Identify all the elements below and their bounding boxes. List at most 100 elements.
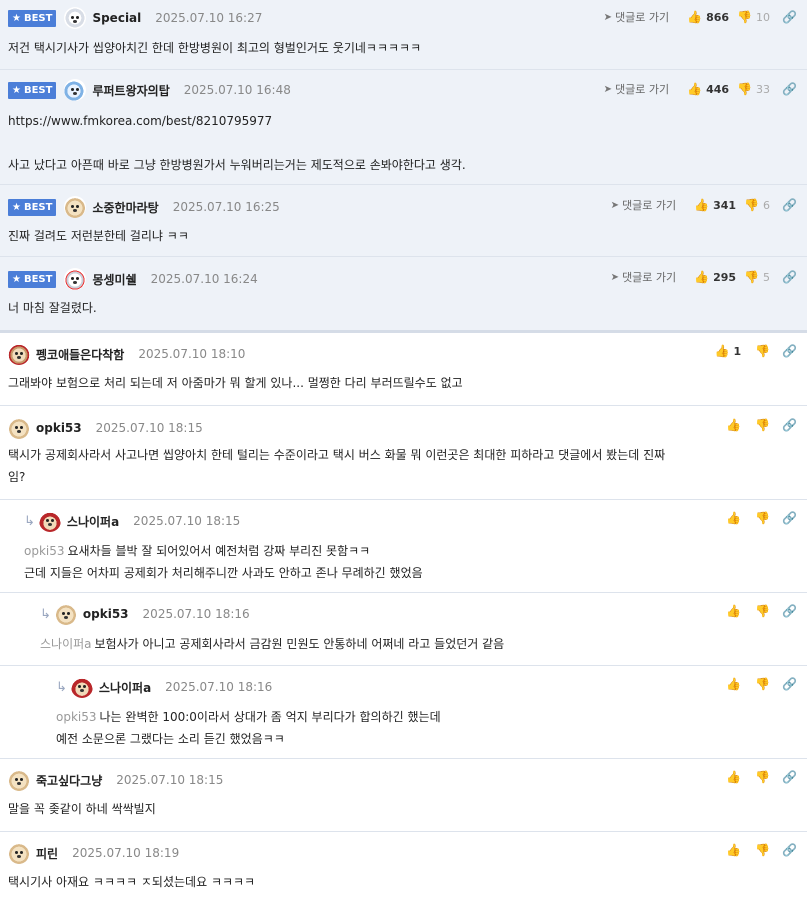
avatar[interactable] (64, 79, 87, 101)
upvote-button[interactable]: 👍 (726, 677, 741, 691)
thumbs-down-icon: 👎 (755, 843, 771, 857)
downvote-button[interactable]: 👎 6 (744, 198, 770, 212)
nickname[interactable]: 스나이퍼a (99, 679, 151, 696)
comment-link-url[interactable]: https://www.fmkorea.com/best/8210795977 (8, 110, 795, 132)
avatar[interactable] (54, 603, 77, 625)
link-icon[interactable]: 🔗 (782, 10, 797, 24)
best-badge: ★ BEST (8, 81, 57, 99)
avatar[interactable] (8, 842, 30, 864)
link-icon[interactable]: 🔗 (782, 418, 797, 432)
comment-item: 펭코애들은다착함 2025.07.10 18:10 👍 1 👎 🔗 그래봐야 보험… (0, 333, 807, 406)
reply-arrow-icon: ↳ (24, 513, 35, 529)
avatar[interactable] (8, 417, 30, 439)
thumbs-down-icon: 👎 (744, 198, 760, 212)
upvote-button[interactable]: 👍 (726, 604, 741, 618)
nickname[interactable]: 죽고싶다그냥 (36, 772, 102, 789)
goto-comment-link[interactable]: ➤ 댓글로 가기 (611, 197, 677, 213)
link-icon[interactable]: 🔗 (782, 843, 797, 857)
comment-line: 예전 소문으론 그랬다는 소리 듣긴 했었음ㅋㅋ (56, 732, 285, 746)
avatar[interactable] (8, 343, 30, 365)
comment-date: 2025.07.10 18:15 (133, 514, 241, 528)
comment-date: 2025.07.10 16:25 (172, 200, 280, 214)
link-icon[interactable]: 🔗 (782, 677, 797, 691)
avatar[interactable] (64, 268, 87, 290)
upvote-button[interactable]: 👍 (726, 770, 741, 784)
thumbs-down-icon: 👎 (755, 418, 771, 432)
downvote-button[interactable]: 👎 (755, 677, 770, 691)
thumbs-down-icon: 👎 (755, 604, 771, 618)
comment-line: 근데 지들은 어차피 공제회가 처리해주니깐 사과도 안하고 존나 무례하긴 했… (24, 566, 423, 580)
comment-line (8, 132, 795, 154)
comment-item: opki53 2025.07.10 18:15 👍 👎 🔗 택시가 공제회사라서… (0, 406, 807, 500)
upvote-button[interactable]: 👍 295 (694, 270, 736, 284)
link-icon[interactable]: 🔗 (782, 82, 797, 96)
star-icon: ★ (12, 273, 21, 285)
downvote-button[interactable]: 👎 (755, 770, 770, 784)
downvote-button[interactable]: 👎 10 (737, 10, 770, 24)
downvote-button[interactable]: 👎 (755, 344, 770, 358)
thumbs-up-icon: 👍 (694, 270, 710, 284)
comment-line: 택시가 공제회사라서 사고나면 씹양아치 한테 털리는 수준이라고 택시 버스 … (8, 448, 666, 462)
thumbs-up-icon: 👍 (726, 843, 742, 857)
comment-text: 택시가 공제회사라서 사고나면 씹양아치 한테 털리는 수준이라고 택시 버스 … (8, 444, 795, 488)
upvote-button[interactable]: 👍 341 (694, 198, 736, 212)
upvote-button[interactable]: 👍 446 (687, 82, 729, 96)
nickname[interactable]: 피린 (36, 845, 58, 862)
goto-comment-link[interactable]: ➤ 댓글로 가기 (604, 9, 670, 25)
nickname[interactable]: opki53 (83, 607, 129, 621)
comment-text: 너 마침 잘걸렸다. (8, 301, 97, 315)
avatar[interactable] (38, 510, 61, 532)
nickname[interactable]: Special (92, 11, 141, 25)
downvote-button[interactable]: 👎 33 (737, 82, 770, 96)
best-comment: ★ BEST 루퍼트왕자의탑 2025.07.10 16:48 ➤ 댓글로 가기 👍… (0, 70, 807, 185)
downvote-button[interactable]: 👎 (755, 418, 770, 432)
link-icon[interactable]: 🔗 (782, 198, 797, 212)
nickname[interactable]: 몽셍미쉘 (92, 271, 136, 288)
upvote-button[interactable]: 👍 (726, 843, 741, 857)
avatar[interactable] (70, 676, 93, 698)
goto-comment-link[interactable]: ➤ 댓글로 가기 (604, 81, 670, 97)
thumbs-up-icon: 👍 (687, 82, 703, 96)
link-icon[interactable]: 🔗 (782, 270, 797, 284)
downvote-button[interactable]: 👎 (755, 843, 770, 857)
thumbs-up-icon: 👍 (726, 418, 742, 432)
comment-date: 2025.07.10 16:27 (155, 11, 263, 25)
navigation-arrow-icon: ➤ (610, 199, 620, 211)
nickname[interactable]: 소중한마라탕 (92, 199, 158, 216)
link-icon[interactable]: 🔗 (782, 770, 797, 784)
comment-text: opki53 나는 완벽한 100:0이라서 상대가 좀 억지 부리다가 합의하긴… (56, 706, 795, 750)
downvote-button[interactable]: 👎 5 (744, 270, 770, 284)
best-comment: ★ BEST 소중한마라탕 2025.07.10 16:25 ➤ 댓글로 가기 👍 3… (0, 185, 807, 257)
nickname[interactable]: 펭코애들은다착함 (36, 346, 124, 363)
avatar[interactable] (8, 769, 30, 791)
upvote-button[interactable]: 👍 (726, 418, 741, 432)
avatar[interactable] (64, 7, 87, 29)
downvote-button[interactable]: 👎 (755, 604, 770, 618)
avatar[interactable] (64, 196, 87, 218)
reply-item: ↳ opki53 2025.07.10 18:16 👍 👎 🔗 스나이퍼a 보험사… (0, 593, 807, 666)
reply-mention[interactable]: opki53 (24, 544, 65, 558)
thumbs-up-icon: 👍 (714, 344, 730, 358)
goto-comment-link[interactable]: ➤ 댓글로 가기 (611, 269, 677, 285)
link-icon[interactable]: 🔗 (782, 344, 797, 358)
navigation-arrow-icon: ➤ (603, 11, 613, 23)
comment-date: 2025.07.10 16:24 (150, 272, 258, 286)
thumbs-down-icon: 👎 (755, 344, 771, 358)
link-icon[interactable]: 🔗 (782, 511, 797, 525)
comment-line: 사고 났다고 아픈때 바로 그냥 한방병원가서 누워버리는거는 제도적으로 손봐… (8, 158, 466, 172)
upvote-button[interactable]: 👍 (726, 511, 741, 525)
reply-mention[interactable]: 스나이퍼a (40, 637, 92, 651)
comment-text: 스나이퍼a 보험사가 아니고 공제회사라서 금감원 민원도 안통하네 어쩌네 라고… (40, 633, 795, 655)
upvote-button[interactable]: 👍 866 (687, 10, 729, 24)
reply-mention[interactable]: opki53 (56, 710, 97, 724)
comment-text: 말을 꼭 좆같이 하네 싹싹빌지 (8, 802, 156, 816)
downvote-button[interactable]: 👎 (755, 511, 770, 525)
link-icon[interactable]: 🔗 (782, 604, 797, 618)
comment-date: 2025.07.10 18:15 (116, 773, 224, 787)
best-comment: ★ BEST Special 2025.07.10 16:27 ➤ 댓글로 가기 👍… (0, 0, 807, 70)
nickname[interactable]: 스나이퍼a (67, 513, 119, 530)
upvote-button[interactable]: 👍 1 (714, 344, 741, 358)
comment-text: opki53 요새차들 블박 잘 되어있어서 예전처럼 강짜 부리진 못함ㅋㅋ 근… (24, 540, 795, 584)
nickname[interactable]: opki53 (36, 421, 82, 435)
nickname[interactable]: 루퍼트왕자의탑 (92, 82, 169, 99)
